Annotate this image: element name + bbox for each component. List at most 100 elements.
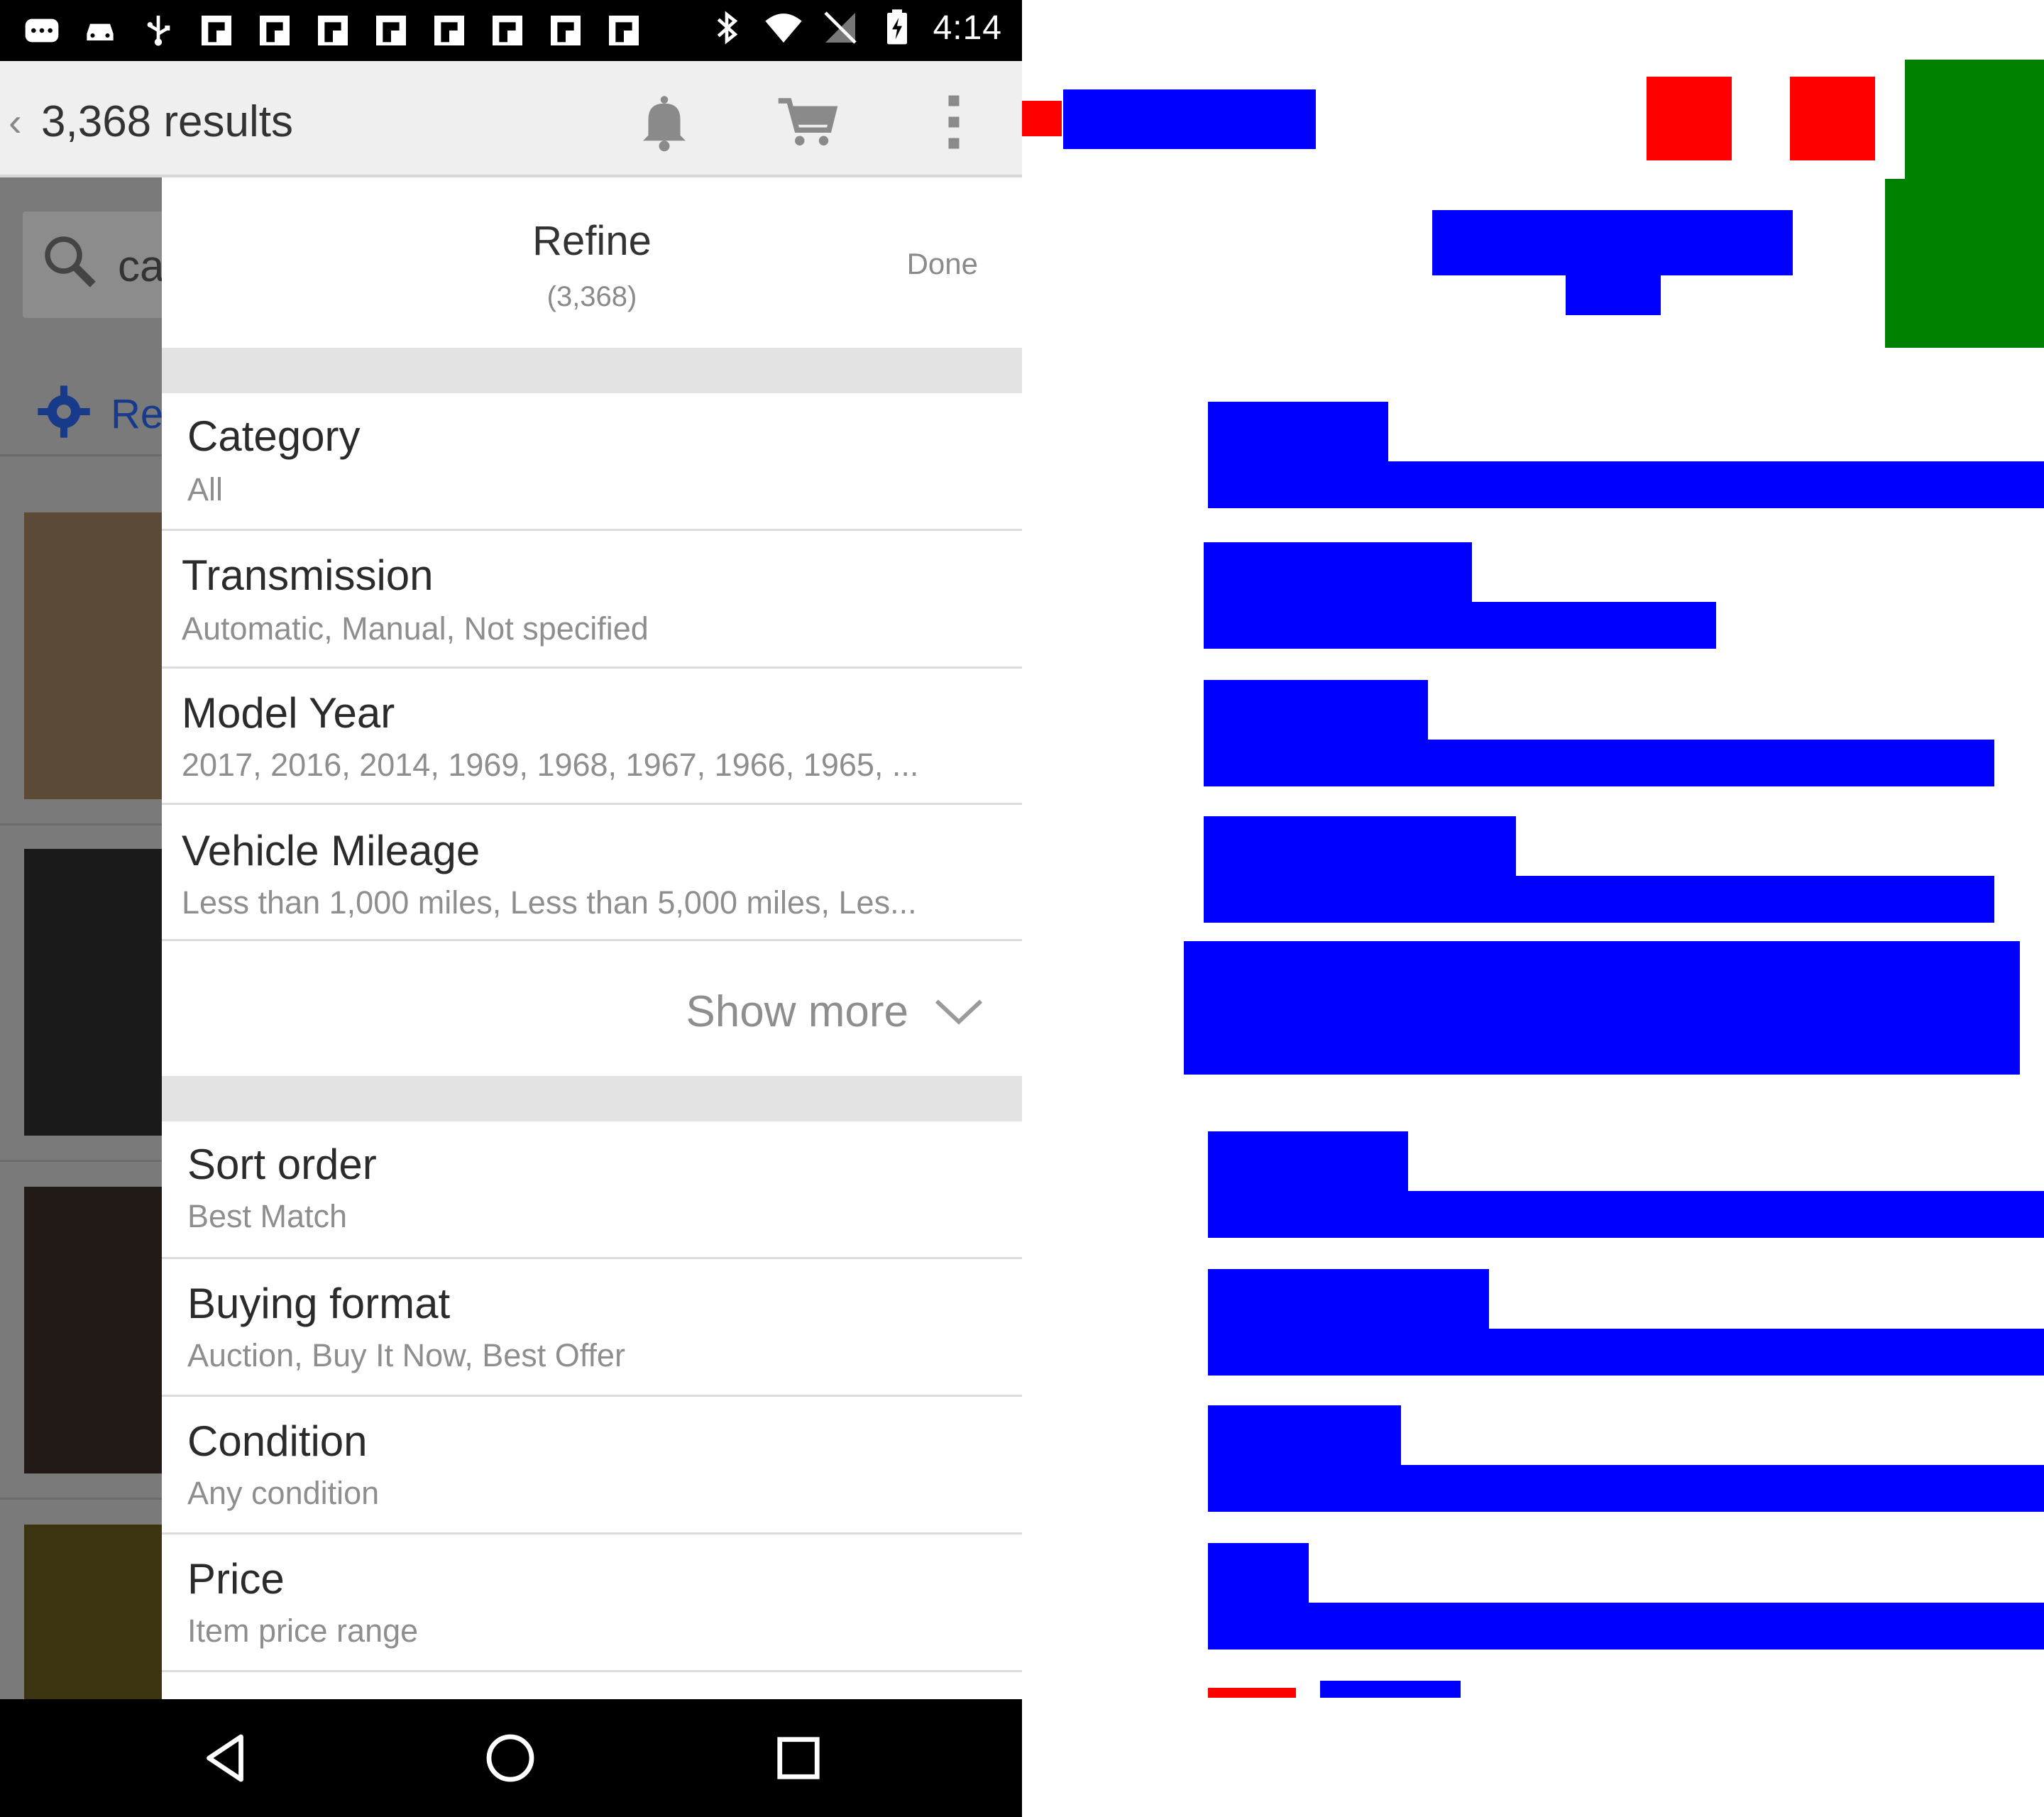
app-bar: ‹ 3,368 results [0, 61, 1022, 177]
refine-result-count: (3,368) [546, 281, 637, 312]
filter-row-model-year[interactable]: Model Year 2017, 2016, 2014, 1969, 1968,… [162, 669, 1022, 805]
home-icon[interactable] [477, 1725, 544, 1791]
bell-icon[interactable] [630, 88, 698, 156]
usb-icon [138, 10, 179, 51]
section-separator [162, 348, 1022, 393]
no-signal-icon [820, 7, 861, 48]
list-divider [0, 1160, 163, 1162]
annotation-menu-image [1905, 60, 2044, 180]
annotation-sort-order-row [1208, 1191, 2044, 1238]
flipboard-icon [370, 10, 412, 51]
annotation-buying-format-label [1208, 1269, 1489, 1330]
annotation-partial-row-button [1208, 1688, 1296, 1698]
filter-row-buying-format[interactable]: Buying format Auction, Buy It Now, Best … [162, 1259, 1022, 1397]
screen-pair: 4:14 ‹ 3,368 results ca Re Refine (3,368… [0, 0, 2044, 1817]
back-icon[interactable] [192, 1725, 258, 1791]
notification-icons [21, 10, 644, 51]
annotation-transmission-row [1204, 602, 1716, 649]
filter-value: Auction, Buy It Now, Best Offer [187, 1337, 625, 1373]
annotation-price-label [1208, 1543, 1309, 1604]
annotation-model-year-label [1204, 680, 1428, 741]
battery-charging-icon [877, 7, 918, 48]
filter-label: Vehicle Mileage [182, 827, 480, 874]
annotation-sort-order-label [1208, 1131, 1408, 1192]
filter-label: Category [187, 412, 361, 460]
listing-thumbnail [24, 512, 163, 799]
filter-value: Any condition [187, 1475, 380, 1511]
bluetooth-icon [706, 7, 747, 48]
flipboard-icon [196, 10, 237, 51]
annotation-price-row [1208, 1603, 2044, 1649]
filter-label: Model Year [182, 689, 395, 737]
cart-icon[interactable] [774, 88, 842, 156]
annotation-mileage-row [1204, 876, 1994, 923]
annotation-condition-label [1208, 1405, 1401, 1466]
filter-row-condition[interactable]: Condition Any condition [162, 1397, 1022, 1535]
annotation-category-label [1208, 402, 1388, 463]
results-count-title[interactable]: 3,368 results [41, 97, 293, 147]
overflow-menu-icon[interactable] [920, 88, 988, 156]
refine-label-background: Re [111, 391, 163, 437]
list-divider [0, 823, 163, 825]
filter-label: Sort order [187, 1141, 377, 1188]
filter-row-vehicle-mileage[interactable]: Vehicle Mileage Less than 1,000 miles, L… [162, 805, 1022, 941]
wifi-icon [763, 7, 804, 48]
annotation-refine-title [1432, 210, 1793, 275]
annotation-buying-format-row [1208, 1329, 2044, 1376]
layout-annotation-overlay [1022, 0, 2044, 1817]
flipboard-icon [603, 10, 644, 51]
filter-row-transmission[interactable]: Transmission Automatic, Manual, Not spec… [162, 531, 1022, 669]
status-time: 4:14 [933, 9, 1002, 47]
flipboard-icon [487, 10, 528, 51]
flipboard-icon [545, 10, 586, 51]
search-icon [45, 236, 96, 287]
recents-icon[interactable] [765, 1725, 832, 1791]
annotation-bell-button [1647, 77, 1732, 160]
filter-row-category[interactable]: Category All [162, 393, 1022, 531]
message-icon [21, 10, 62, 51]
system-icons: 4:14 [706, 7, 1002, 48]
filter-row-sort-order[interactable]: Sort order Best Match [162, 1121, 1022, 1259]
done-button[interactable]: Done [907, 247, 978, 281]
show-more-button[interactable]: Show more [162, 941, 1022, 1076]
annotation-cart-button [1790, 77, 1875, 160]
annotation-category-row [1208, 461, 2044, 508]
filter-label: Condition [187, 1417, 368, 1465]
annotation-partial-row-text [1320, 1681, 1461, 1698]
listing-thumbnail [24, 849, 163, 1136]
refine-title: Refine [532, 218, 652, 264]
navigation-bar [0, 1699, 1022, 1817]
annotation-transmission-label [1204, 542, 1472, 603]
flipboard-icon [429, 10, 470, 51]
filter-value: Automatic, Manual, Not specified [182, 610, 649, 647]
filter-row-price[interactable]: Price Item price range [162, 1535, 1022, 1672]
search-query-text: ca [118, 242, 163, 291]
back-chevron-icon[interactable]: ‹ [9, 102, 22, 142]
annotation-back-button [1022, 101, 1062, 136]
annotation-refine-count [1566, 274, 1661, 315]
flipboard-icon [254, 10, 295, 51]
filter-value: Item price range [187, 1613, 419, 1649]
show-more-label: Show more [686, 987, 908, 1036]
car-icon [79, 10, 121, 51]
listing-thumbnail [24, 1187, 163, 1473]
filter-value: Less than 1,000 miles, Less than 5,000 m… [182, 884, 917, 921]
refine-bar-background: Re [0, 348, 163, 456]
refine-header: Refine (3,368) Done [162, 177, 1022, 348]
chevron-down-icon [935, 999, 983, 1025]
refine-drawer: Refine (3,368) Done Category All Transmi… [162, 177, 1022, 1699]
annotation-results-title [1063, 89, 1316, 149]
section-separator [162, 1076, 1022, 1121]
filter-row-partial[interactable] [162, 1672, 1022, 1699]
filter-label: Transmission [182, 551, 434, 599]
filter-value: Best Match [187, 1198, 348, 1234]
list-divider [0, 1498, 163, 1500]
listing-thumbnail [24, 1525, 163, 1699]
filter-label: Price [187, 1555, 285, 1603]
gear-icon [38, 385, 90, 438]
annotation-mileage-label [1204, 816, 1516, 877]
status-bar: 4:14 [0, 0, 1022, 61]
annotation-condition-row [1208, 1465, 2044, 1512]
phone-screenshot: 4:14 ‹ 3,368 results ca Re Refine (3,368… [0, 0, 1022, 1817]
filter-value: All [187, 471, 224, 507]
